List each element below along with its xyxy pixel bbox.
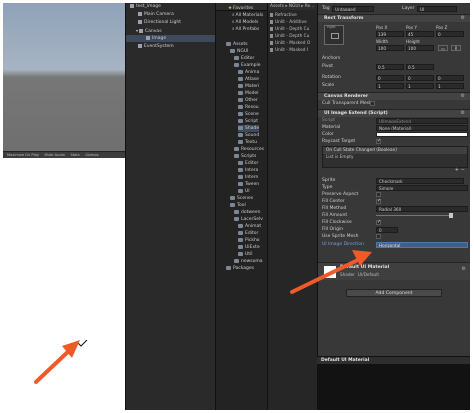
annotation-arrows [34,250,372,384]
arrow-to-direction-dropdown [290,250,372,294]
arrow-to-checkmark [34,340,80,384]
